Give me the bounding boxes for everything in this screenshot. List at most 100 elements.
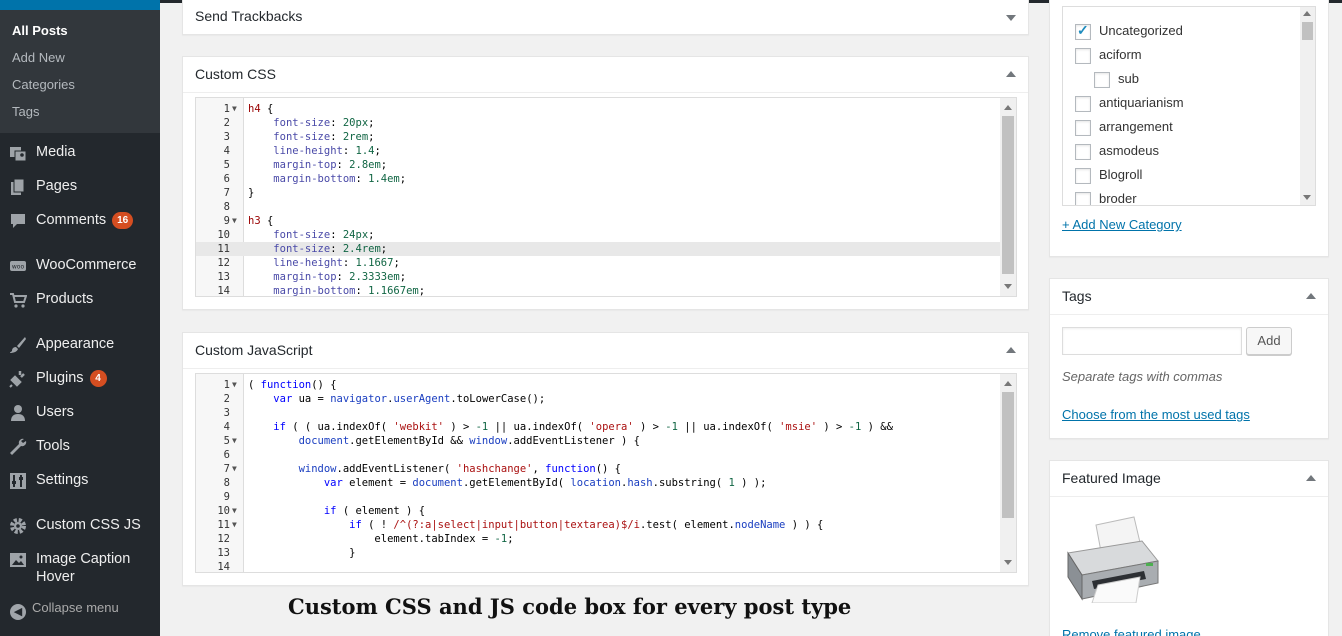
submenu-categories[interactable]: Categories xyxy=(12,77,75,92)
fold-arrow-icon[interactable]: ▼ xyxy=(232,214,237,228)
sidebar-item-pages[interactable]: Pages xyxy=(0,171,160,201)
sidebar-item-appearance[interactable]: Appearance xyxy=(0,329,160,359)
css-code-line[interactable]: 14 margin-bottom: 1.1667em; xyxy=(196,284,1016,296)
category-checkbox[interactable] xyxy=(1075,48,1091,64)
toggle-panel-up-icon[interactable] xyxy=(1306,475,1316,481)
scroll-up-arrow-icon[interactable] xyxy=(1303,11,1311,16)
css-code-line[interactable]: 9 ▼ h3 { xyxy=(196,214,1016,228)
printer-icon[interactable] xyxy=(1062,515,1162,603)
posts-menu-highlight xyxy=(0,0,160,10)
toggle-panel-up-icon[interactable] xyxy=(1306,293,1316,299)
category-checkbox[interactable] xyxy=(1075,120,1091,136)
fold-arrow-icon[interactable]: ▼ xyxy=(232,504,237,518)
css-code-line[interactable]: 5 margin-top: 2.8em; xyxy=(196,158,1016,172)
js-code-line[interactable]: 7 ▼ window.addEventListener( 'hashchange'… xyxy=(196,462,1016,476)
css-code-line[interactable]: 12 line-height: 1.1667; xyxy=(196,256,1016,270)
js-code-line[interactable]: 5 ▼ document.getElementById && window.add… xyxy=(196,434,1016,448)
js-code-line[interactable]: 11 ▼ if ( ! /^(?:a|select|input|button|te… xyxy=(196,518,1016,532)
css-code-line[interactable]: 3 font-size: 2rem; xyxy=(196,130,1016,144)
settings-sliders-icon xyxy=(9,472,27,490)
code-text: element.tabIndex = -1; xyxy=(248,533,514,545)
code-text: line-height: 1.1667; xyxy=(273,257,400,269)
category-checkbox[interactable] xyxy=(1075,96,1091,112)
css-code-line[interactable]: 6 margin-bottom: 1.4em; xyxy=(196,172,1016,186)
sidebar-item-plugins[interactable]: Plugins 4 xyxy=(0,363,160,393)
scroll-down-arrow-icon[interactable] xyxy=(1004,560,1012,565)
css-code-editor[interactable]: 1 ▼ h4 {2 font-size: 20px; 3 font-size: 2re… xyxy=(195,97,1017,297)
sidebar-item-products[interactable]: Products xyxy=(0,284,160,314)
image-icon xyxy=(9,551,27,569)
collapse-menu-button[interactable]: ◀ Collapse menu xyxy=(10,600,119,620)
fold-arrow-icon[interactable]: ▼ xyxy=(232,102,237,116)
category-checklist[interactable]: Uncategorized aciform sub antiquarianism arr… xyxy=(1062,6,1316,206)
js-code-line[interactable]: 4 if ( ( ua.indexOf( 'webkit' ) > -1 || … xyxy=(196,420,1016,434)
javascript-code-editor[interactable]: 1 ▼( function() {2 var ua = navigator.use… xyxy=(195,373,1017,573)
fold-arrow-icon[interactable]: ▼ xyxy=(232,462,237,476)
js-code-line[interactable]: 10 ▼ if ( element ) { xyxy=(196,504,1016,518)
fold-arrow-icon[interactable]: ▼ xyxy=(232,518,237,532)
js-code-line[interactable]: 14 xyxy=(196,560,1016,572)
most-used-tags-link[interactable]: Choose from the most used tags xyxy=(1062,407,1250,422)
js-code-line[interactable]: 2 var ua = navigator.userAgent.toLowerCa… xyxy=(196,392,1016,406)
category-checkbox[interactable] xyxy=(1075,168,1091,184)
css-code-line[interactable]: 7} xyxy=(196,186,1016,200)
js-editor-scrollbar[interactable] xyxy=(1000,374,1016,572)
sidebar-item-tools[interactable]: Tools xyxy=(0,431,160,461)
css-code-line[interactable]: 4 line-height: 1.4; xyxy=(196,144,1016,158)
line-number: 11 xyxy=(217,519,230,531)
sidebar-item-image-caption-hover[interactable]: Image Caption Hover xyxy=(0,544,160,586)
scrollbar-thumb[interactable] xyxy=(1302,22,1313,40)
category-checkbox[interactable] xyxy=(1094,72,1110,88)
css-code-line[interactable]: 11 font-size: 2.4rem; xyxy=(196,242,1016,256)
sidebar-item-woocommerce[interactable]: woo WooCommerce xyxy=(0,250,160,280)
users-icon xyxy=(9,404,27,422)
css-code-line[interactable]: 13 margin-top: 2.3333em; xyxy=(196,270,1016,284)
sidebar-item-users[interactable]: Users xyxy=(0,397,160,427)
scroll-up-arrow-icon[interactable] xyxy=(1004,105,1012,110)
scrollbar-thumb[interactable] xyxy=(1002,392,1014,518)
remove-featured-image-link[interactable]: Remove featured image xyxy=(1062,627,1201,636)
scrollbar-thumb[interactable] xyxy=(1002,116,1014,274)
js-code-line[interactable]: 13 } xyxy=(196,546,1016,560)
css-code-line[interactable]: 2 font-size: 20px; xyxy=(196,116,1016,130)
category-checkbox[interactable] xyxy=(1075,192,1091,205)
custom-javascript-box: Custom JavaScript 1 ▼( function() {2 var … xyxy=(182,332,1029,586)
js-code-line[interactable]: 8 var element = document.getElementById(… xyxy=(196,476,1016,490)
toggle-panel-up-icon[interactable] xyxy=(1006,71,1016,77)
js-code-line[interactable]: 3 xyxy=(196,406,1016,420)
css-code-line[interactable]: 8 xyxy=(196,200,1016,214)
category-checkbox[interactable] xyxy=(1075,22,1091,40)
appearance-brush-icon xyxy=(9,336,27,354)
new-tag-input[interactable] xyxy=(1062,327,1242,355)
css-editor-scrollbar[interactable] xyxy=(1000,98,1016,296)
scroll-down-arrow-icon[interactable] xyxy=(1303,195,1311,200)
category-checkbox[interactable] xyxy=(1075,144,1091,160)
collapse-arrow-icon: ◀ xyxy=(10,604,26,620)
js-code-line[interactable]: 1 ▼ ( function() { xyxy=(196,378,1016,392)
line-number: 7 xyxy=(223,187,230,199)
sidebar-item-custom-css-js[interactable]: Custom CSS JS xyxy=(0,510,160,540)
code-text: font-size: 2rem; xyxy=(273,131,375,143)
css-code-line[interactable]: 1 ▼ h4 { xyxy=(196,102,1016,116)
sidebar-item-media[interactable]: Media xyxy=(0,137,160,167)
scroll-up-arrow-icon[interactable] xyxy=(1004,381,1012,386)
add-tag-button[interactable]: Add xyxy=(1246,327,1292,355)
fold-arrow-icon[interactable]: ▼ xyxy=(232,378,237,392)
css-code-line[interactable]: 10 font-size: 24px; xyxy=(196,228,1016,242)
submenu-tags[interactable]: Tags xyxy=(12,104,39,119)
line-number: 3 xyxy=(223,131,230,143)
fold-arrow-icon[interactable]: ▼ xyxy=(232,434,237,448)
sidebar-item-settings[interactable]: Settings xyxy=(0,465,160,495)
js-code-line[interactable]: 12 element.tabIndex = -1; xyxy=(196,532,1016,546)
toggle-panel-up-icon[interactable] xyxy=(1006,347,1016,353)
js-code-line[interactable]: 6 xyxy=(196,448,1016,462)
submenu-add-new[interactable]: Add New xyxy=(12,50,65,65)
add-new-category-link[interactable]: + Add New Category xyxy=(1062,217,1182,232)
submenu-all-posts[interactable]: All Posts xyxy=(12,23,68,38)
category-list-scrollbar[interactable] xyxy=(1300,7,1315,205)
code-text: if ( element ) { xyxy=(323,505,426,517)
toggle-panel-down-icon[interactable] xyxy=(1006,15,1016,21)
sidebar-item-comments[interactable]: Comments 16 xyxy=(0,205,160,235)
scroll-down-arrow-icon[interactable] xyxy=(1004,284,1012,289)
js-code-line[interactable]: 9 xyxy=(196,490,1016,504)
